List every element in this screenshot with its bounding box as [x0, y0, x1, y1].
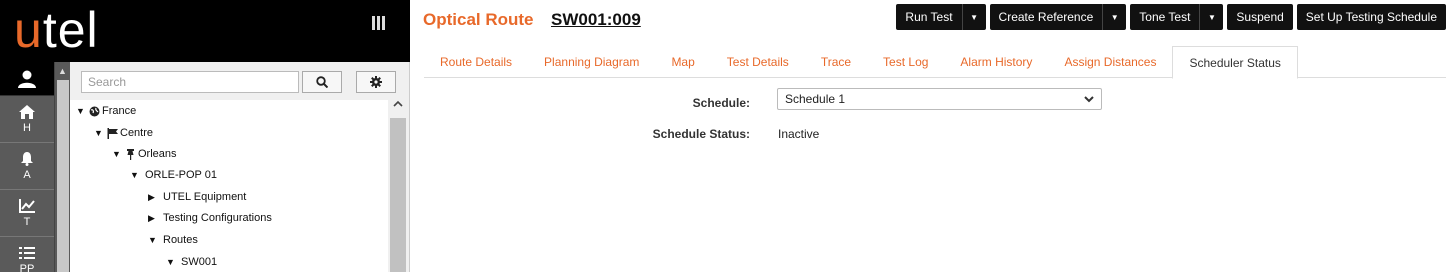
app-root: utel H A T PP ▲ Search ▼ France ▼ Centre…	[0, 0, 1456, 272]
tree-node-label: SW001	[181, 256, 218, 268]
tree-scrollbar[interactable]	[388, 98, 408, 272]
search-icon	[316, 76, 328, 88]
setup-testing-schedule-button[interactable]: Set Up Testing Schedule	[1296, 4, 1446, 30]
page-title: Optical Route	[423, 10, 534, 29]
caret-down-icon[interactable]: ▼	[961, 4, 986, 30]
schedule-select[interactable]: Schedule 1	[777, 88, 1102, 110]
rail-item-alarms[interactable]: A	[0, 143, 54, 190]
scroll-up-icon[interactable]: ▲	[58, 66, 67, 76]
bell-icon	[21, 151, 33, 166]
schedule-status-value: Inactive	[778, 127, 820, 141]
tree-node-routes[interactable]: ▼ Routes	[148, 232, 198, 248]
tree-node-label: France	[102, 105, 137, 117]
caret-down-icon[interactable]: ▼	[1102, 4, 1126, 30]
search-button[interactable]	[302, 71, 342, 93]
create-reference-button[interactable]: Create Reference	[990, 4, 1103, 30]
scroll-thumb[interactable]	[390, 118, 406, 272]
tab-trace[interactable]: Trace	[805, 46, 867, 78]
toolbar: Run Test ▼ Create Reference ▼ Tone Test …	[896, 4, 1446, 30]
tree-node-label: Centre	[120, 127, 154, 139]
nav-rail: H A T PP	[0, 62, 54, 272]
rail-item-label: T	[23, 215, 31, 228]
user-button[interactable]	[0, 62, 54, 96]
chevron-up-icon[interactable]	[393, 100, 403, 111]
tab-assign-distances[interactable]: Assign Distances	[1048, 46, 1172, 78]
rail-item-pp[interactable]: PP	[0, 237, 54, 272]
menu-toggle-icon[interactable]	[370, 16, 386, 32]
settings-button[interactable]	[356, 71, 396, 93]
collapse-arrow-icon[interactable]: ▼	[166, 257, 178, 267]
tree-node-france[interactable]: ▼ France	[76, 103, 136, 119]
rail-item-trends[interactable]: T	[0, 190, 54, 237]
collapse-arrow-icon[interactable]: ▼	[94, 128, 106, 138]
tab-map[interactable]: Map	[655, 46, 710, 78]
collapse-arrow-icon[interactable]: ▼	[76, 106, 88, 116]
tab-route-details[interactable]: Route Details	[424, 46, 528, 78]
utel-logo: utel	[14, 2, 99, 58]
tab-scheduler-status[interactable]: Scheduler Status	[1172, 46, 1298, 79]
main-content: Optical Route SW001:009 Run Test ▼ Creat…	[410, 0, 1456, 272]
home-icon	[19, 104, 35, 119]
location-tree: ▼ France ▼ Centre ▼ Orleans ▼ ORLE-POP 0…	[70, 100, 388, 272]
expand-arrow-icon[interactable]: ▶	[148, 192, 160, 203]
schedule-selected-value: Schedule 1	[785, 92, 846, 106]
tone-test-split-button: Tone Test ▼	[1130, 4, 1224, 30]
schedule-status-label: Schedule Status:	[652, 127, 750, 141]
tree-panel: ▼ France ▼ Centre ▼ Orleans	[70, 62, 410, 272]
chart-icon	[19, 198, 35, 213]
user-icon	[18, 70, 36, 88]
run-test-split-button: Run Test ▼	[896, 4, 986, 30]
tree-node-testing-configurations[interactable]: ▶ Testing Configurations	[148, 210, 272, 226]
schedule-label: Schedule:	[692, 96, 750, 110]
rail-item-label: H	[23, 121, 31, 134]
scroll-thumb[interactable]	[57, 80, 69, 272]
tab-planning-diagram[interactable]: Planning Diagram	[528, 46, 655, 78]
search-input[interactable]	[81, 71, 299, 93]
globe-icon	[88, 106, 101, 117]
create-reference-split-button: Create Reference ▼	[989, 4, 1127, 30]
pin-icon	[124, 148, 137, 160]
tone-test-button[interactable]: Tone Test	[1130, 4, 1199, 30]
route-id-link[interactable]: SW001:009	[551, 10, 641, 30]
collapse-arrow-icon[interactable]: ▼	[130, 170, 142, 180]
run-test-button[interactable]: Run Test	[896, 4, 961, 30]
collapse-arrow-icon[interactable]: ▼	[112, 149, 124, 159]
rail-item-home[interactable]: H	[0, 96, 54, 143]
collapse-arrow-icon[interactable]: ▼	[148, 235, 160, 245]
tab-test-log[interactable]: Test Log	[867, 46, 944, 78]
caret-down-icon[interactable]: ▼	[1199, 4, 1223, 30]
rail-item-label: A	[23, 168, 31, 181]
gear-icon	[370, 76, 382, 88]
tab-test-details[interactable]: Test Details	[711, 46, 805, 78]
chevron-down-icon	[1084, 96, 1094, 103]
tree-node-label: Orleans	[138, 148, 177, 160]
route-tabs: Route Details Planning Diagram Map Test …	[424, 46, 1446, 79]
tree-node-orleans[interactable]: ▼ Orleans	[112, 146, 177, 162]
rail-scrollbar[interactable]: ▲	[54, 62, 70, 272]
tree-node-sw001[interactable]: ▼ SW001	[166, 254, 217, 270]
tree-node-label: UTEL Equipment	[163, 191, 247, 203]
tree-node-label: ORLE-POP 01	[145, 169, 217, 181]
suspend-button[interactable]: Suspend	[1227, 4, 1293, 30]
tree-node-centre[interactable]: ▼ Centre	[94, 125, 153, 141]
tree-node-utel-equipment[interactable]: ▶ UTEL Equipment	[148, 189, 246, 205]
tree-node-orle-pop-01[interactable]: ▼ ORLE-POP 01	[130, 167, 217, 183]
flag-icon	[106, 127, 119, 139]
list-icon	[19, 246, 35, 259]
tree-node-label: Testing Configurations	[163, 212, 272, 224]
rail-item-label: PP	[19, 262, 35, 272]
tree-node-label: Routes	[163, 234, 198, 246]
brand-header: utel	[0, 0, 410, 62]
tab-alarm-history[interactable]: Alarm History	[944, 46, 1048, 78]
expand-arrow-icon[interactable]: ▶	[148, 213, 160, 224]
